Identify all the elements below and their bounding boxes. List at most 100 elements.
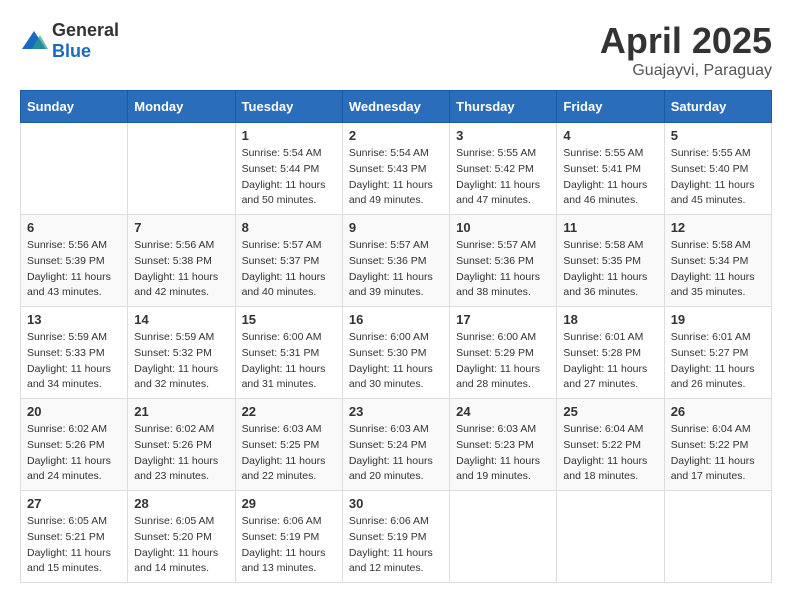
day-cell: 28 Sunrise: 6:05 AMSunset: 5:20 PMDayligh… — [128, 491, 235, 583]
day-cell: 3 Sunrise: 5:55 AMSunset: 5:42 PMDaylight… — [450, 123, 557, 215]
day-cell — [21, 123, 128, 215]
month-title: April 2025 — [600, 20, 772, 62]
day-cell: 2 Sunrise: 5:54 AMSunset: 5:43 PMDaylight… — [342, 123, 449, 215]
weekday-header-thursday: Thursday — [450, 91, 557, 123]
day-number: 16 — [349, 312, 443, 327]
day-number: 6 — [27, 220, 121, 235]
day-cell: 18 Sunrise: 6:01 AMSunset: 5:28 PMDayligh… — [557, 307, 664, 399]
day-number: 18 — [563, 312, 657, 327]
day-number: 1 — [242, 128, 336, 143]
day-info: Sunrise: 6:05 AMSunset: 5:20 PMDaylight:… — [134, 514, 228, 577]
day-number: 3 — [456, 128, 550, 143]
day-info: Sunrise: 5:56 AMSunset: 5:39 PMDaylight:… — [27, 238, 121, 301]
day-number: 13 — [27, 312, 121, 327]
day-number: 20 — [27, 404, 121, 419]
day-cell: 17 Sunrise: 6:00 AMSunset: 5:29 PMDayligh… — [450, 307, 557, 399]
day-number: 2 — [349, 128, 443, 143]
logo: General Blue — [20, 20, 119, 62]
day-number: 9 — [349, 220, 443, 235]
weekday-header-saturday: Saturday — [664, 91, 771, 123]
day-cell: 11Sunrise: 5:58 AMSunset: 5:35 PMDayligh… — [557, 215, 664, 307]
day-cell: 5 Sunrise: 5:55 AMSunset: 5:40 PMDaylight… — [664, 123, 771, 215]
day-number: 28 — [134, 496, 228, 511]
day-info: Sunrise: 5:58 AMSunset: 5:34 PMDaylight:… — [671, 238, 765, 301]
day-number: 27 — [27, 496, 121, 511]
day-number: 4 — [563, 128, 657, 143]
day-number: 25 — [563, 404, 657, 419]
weekday-header-wednesday: Wednesday — [342, 91, 449, 123]
day-cell — [450, 491, 557, 583]
day-info: Sunrise: 6:00 AMSunset: 5:30 PMDaylight:… — [349, 330, 443, 393]
day-cell — [128, 123, 235, 215]
day-number: 24 — [456, 404, 550, 419]
day-number: 15 — [242, 312, 336, 327]
day-cell: 22 Sunrise: 6:03 AMSunset: 5:25 PMDayligh… — [235, 399, 342, 491]
day-info: Sunrise: 5:54 AMSunset: 5:43 PMDaylight:… — [349, 146, 443, 209]
day-cell: 6 Sunrise: 5:56 AMSunset: 5:39 PMDaylight… — [21, 215, 128, 307]
day-info: Sunrise: 5:55 AMSunset: 5:42 PMDaylight:… — [456, 146, 550, 209]
day-info: Sunrise: 5:56 AMSunset: 5:38 PMDaylight:… — [134, 238, 228, 301]
day-info: Sunrise: 5:59 AMSunset: 5:32 PMDaylight:… — [134, 330, 228, 393]
day-info: Sunrise: 5:54 AMSunset: 5:44 PMDaylight:… — [242, 146, 336, 209]
day-number: 17 — [456, 312, 550, 327]
day-cell: 9 Sunrise: 5:57 AMSunset: 5:36 PMDaylight… — [342, 215, 449, 307]
logo-icon — [20, 29, 48, 53]
day-info: Sunrise: 5:59 AMSunset: 5:33 PMDaylight:… — [27, 330, 121, 393]
day-number: 26 — [671, 404, 765, 419]
day-info: Sunrise: 5:57 AMSunset: 5:36 PMDaylight:… — [349, 238, 443, 301]
weekday-header-monday: Monday — [128, 91, 235, 123]
day-cell: 1 Sunrise: 5:54 AMSunset: 5:44 PMDaylight… — [235, 123, 342, 215]
day-info: Sunrise: 6:04 AMSunset: 5:22 PMDaylight:… — [671, 422, 765, 485]
day-info: Sunrise: 6:05 AMSunset: 5:21 PMDaylight:… — [27, 514, 121, 577]
week-row-2: 6 Sunrise: 5:56 AMSunset: 5:39 PMDaylight… — [21, 215, 772, 307]
day-info: Sunrise: 6:01 AMSunset: 5:28 PMDaylight:… — [563, 330, 657, 393]
day-number: 7 — [134, 220, 228, 235]
day-cell: 29 Sunrise: 6:06 AMSunset: 5:19 PMDayligh… — [235, 491, 342, 583]
day-cell: 27 Sunrise: 6:05 AMSunset: 5:21 PMDayligh… — [21, 491, 128, 583]
day-cell: 4Sunrise: 5:55 AMSunset: 5:41 PMDaylight… — [557, 123, 664, 215]
weekday-header-row: SundayMondayTuesdayWednesdayThursdayFrid… — [21, 91, 772, 123]
day-info: Sunrise: 6:04 AMSunset: 5:22 PMDaylight:… — [563, 422, 657, 485]
day-cell: 13 Sunrise: 5:59 AMSunset: 5:33 PMDayligh… — [21, 307, 128, 399]
day-number: 11 — [563, 220, 657, 235]
day-cell: 24Sunrise: 6:03 AMSunset: 5:23 PMDayligh… — [450, 399, 557, 491]
week-row-5: 27 Sunrise: 6:05 AMSunset: 5:21 PMDayligh… — [21, 491, 772, 583]
day-number: 29 — [242, 496, 336, 511]
day-info: Sunrise: 6:03 AMSunset: 5:25 PMDaylight:… — [242, 422, 336, 485]
day-info: Sunrise: 6:00 AMSunset: 5:31 PMDaylight:… — [242, 330, 336, 393]
day-number: 19 — [671, 312, 765, 327]
day-number: 30 — [349, 496, 443, 511]
day-number: 10 — [456, 220, 550, 235]
day-number: 22 — [242, 404, 336, 419]
day-cell: 12Sunrise: 5:58 AMSunset: 5:34 PMDayligh… — [664, 215, 771, 307]
day-number: 21 — [134, 404, 228, 419]
day-cell: 19 Sunrise: 6:01 AMSunset: 5:27 PMDayligh… — [664, 307, 771, 399]
day-info: Sunrise: 6:01 AMSunset: 5:27 PMDaylight:… — [671, 330, 765, 393]
day-info: Sunrise: 6:00 AMSunset: 5:29 PMDaylight:… — [456, 330, 550, 393]
weekday-header-tuesday: Tuesday — [235, 91, 342, 123]
day-cell: 16 Sunrise: 6:00 AMSunset: 5:30 PMDayligh… — [342, 307, 449, 399]
day-cell: 21 Sunrise: 6:02 AMSunset: 5:26 PMDayligh… — [128, 399, 235, 491]
header: General Blue April 2025 Guajayvi, Paragu… — [20, 20, 772, 80]
day-cell: 10Sunrise: 5:57 AMSunset: 5:36 PMDayligh… — [450, 215, 557, 307]
weekday-header-friday: Friday — [557, 91, 664, 123]
day-number: 8 — [242, 220, 336, 235]
day-info: Sunrise: 6:02 AMSunset: 5:26 PMDaylight:… — [134, 422, 228, 485]
day-cell: 20Sunrise: 6:02 AMSunset: 5:26 PMDayligh… — [21, 399, 128, 491]
title-area: April 2025 Guajayvi, Paraguay — [600, 20, 772, 80]
day-cell: 14 Sunrise: 5:59 AMSunset: 5:32 PMDayligh… — [128, 307, 235, 399]
day-cell: 7 Sunrise: 5:56 AMSunset: 5:38 PMDaylight… — [128, 215, 235, 307]
day-info: Sunrise: 6:06 AMSunset: 5:19 PMDaylight:… — [242, 514, 336, 577]
day-number: 5 — [671, 128, 765, 143]
day-number: 14 — [134, 312, 228, 327]
weekday-header-sunday: Sunday — [21, 91, 128, 123]
day-cell: 23Sunrise: 6:03 AMSunset: 5:24 PMDayligh… — [342, 399, 449, 491]
day-cell: 26 Sunrise: 6:04 AMSunset: 5:22 PMDayligh… — [664, 399, 771, 491]
day-info: Sunrise: 5:57 AMSunset: 5:37 PMDaylight:… — [242, 238, 336, 301]
day-cell: 25 Sunrise: 6:04 AMSunset: 5:22 PMDayligh… — [557, 399, 664, 491]
day-info: Sunrise: 5:55 AMSunset: 5:40 PMDaylight:… — [671, 146, 765, 209]
day-cell — [557, 491, 664, 583]
day-cell: 30 Sunrise: 6:06 AMSunset: 5:19 PMDayligh… — [342, 491, 449, 583]
day-cell: 15 Sunrise: 6:00 AMSunset: 5:31 PMDayligh… — [235, 307, 342, 399]
day-info: Sunrise: 6:06 AMSunset: 5:19 PMDaylight:… — [349, 514, 443, 577]
